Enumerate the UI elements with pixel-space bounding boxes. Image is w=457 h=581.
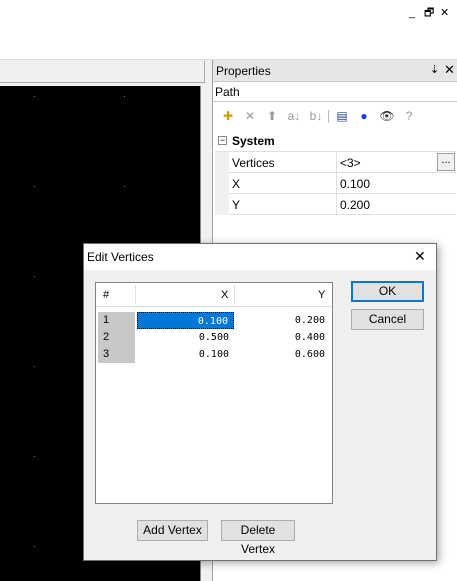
column-divider (336, 194, 337, 215)
property-value[interactable]: 0.200 (340, 198, 370, 212)
delete-vertex-button[interactable]: Delete Vertex (221, 520, 295, 556)
add-vertex-button[interactable]: Add Vertex (137, 520, 208, 541)
row-number: 2 (98, 329, 135, 346)
properties-title: Properties (216, 64, 271, 78)
properties-toolbar: ✚ ✕ ⬆ a↓ b↓ ▤ ● 👁 ? (213, 104, 457, 128)
sort-za-icon[interactable]: b↓ (308, 108, 324, 124)
cell-y[interactable]: 0.200 (236, 312, 328, 329)
column-header-num[interactable]: # (103, 289, 109, 301)
minimize-icon[interactable]: _ (409, 8, 415, 19)
column-divider (336, 173, 337, 194)
row-gutter (215, 173, 229, 194)
help-icon[interactable]: ? (401, 108, 417, 124)
row-gutter (215, 194, 229, 215)
divider (213, 101, 457, 102)
row-number: 1 (98, 312, 135, 329)
canvas-dot (124, 96, 125, 97)
property-value[interactable]: <3> (340, 156, 361, 170)
canvas-dot (34, 186, 35, 187)
dialog-title: Edit Vertices (87, 250, 154, 264)
move-up-icon[interactable]: ⬆ (264, 108, 280, 124)
column-divider (336, 152, 337, 173)
selected-object-name: Path (215, 85, 240, 99)
table-row[interactable]: 1 0.100 0.200 (96, 312, 332, 329)
sort-az-icon[interactable]: a↓ (286, 108, 302, 124)
property-row-x[interactable]: X 0.100 (215, 173, 456, 194)
view-icon[interactable]: 👁 (379, 108, 395, 124)
close-icon[interactable]: ✕ (440, 8, 449, 19)
cell-x-selected[interactable]: 0.100 (137, 312, 234, 329)
canvas-dot (34, 96, 35, 97)
row-number: 3 (98, 346, 135, 363)
column-divider (135, 285, 136, 304)
category-label: System (232, 134, 275, 148)
property-value[interactable]: 0.100 (340, 177, 370, 191)
cancel-button[interactable]: Cancel (351, 309, 424, 330)
row-gutter (215, 152, 229, 173)
new-item-icon[interactable]: ✚ (220, 108, 236, 124)
restore-icon[interactable]: 🗗 (424, 8, 434, 19)
list-header: # X Y (96, 283, 332, 307)
app-title-bar: _ 🗗 ✕ (0, 0, 457, 60)
categorized-icon[interactable]: ▤ (334, 108, 350, 124)
collapse-icon[interactable]: − (218, 136, 227, 145)
column-divider (234, 285, 235, 304)
pin-icon[interactable]: ⇣ (430, 63, 439, 76)
property-row-y[interactable]: Y 0.200 (215, 194, 456, 215)
cell-y[interactable]: 0.400 (236, 329, 328, 346)
property-name: Vertices (232, 156, 275, 170)
property-name: X (232, 177, 241, 191)
dialog-title-bar[interactable]: Edit Vertices ✕ (84, 244, 436, 270)
cell-x[interactable]: 0.500 (137, 329, 234, 346)
delete-icon[interactable]: ✕ (242, 108, 258, 124)
ok-button[interactable]: OK (351, 281, 424, 302)
close-icon[interactable]: ✕ (444, 62, 455, 78)
property-name: Y (232, 198, 241, 212)
cell-x[interactable]: 0.100 (137, 346, 234, 363)
property-grid: − System Vertices <3> ... X 0.100 Y 0.20… (215, 131, 456, 215)
toolbar-separator (328, 110, 329, 123)
canvas-dot (34, 456, 35, 457)
canvas-dot (124, 186, 125, 187)
column-header-x[interactable]: X (221, 289, 228, 301)
table-row[interactable]: 3 0.100 0.600 (96, 346, 332, 363)
cell-y[interactable]: 0.600 (236, 346, 328, 363)
canvas-dot (34, 276, 35, 277)
edit-vertices-dialog: Edit Vertices ✕ # X Y 1 0.100 0.200 2 0.… (83, 243, 437, 561)
edit-vertices-button[interactable]: ... (437, 153, 455, 171)
property-row-vertices[interactable]: Vertices <3> ... (215, 152, 456, 173)
table-row[interactable]: 2 0.500 0.400 (96, 329, 332, 346)
category-row-system[interactable]: − System (215, 131, 456, 152)
close-icon[interactable]: ✕ (414, 248, 426, 265)
vertex-list[interactable]: # X Y 1 0.100 0.200 2 0.500 0.400 3 0.10… (95, 282, 333, 504)
canvas-dot (34, 546, 35, 547)
canvas-dot (34, 366, 35, 367)
column-header-y[interactable]: Y (318, 289, 325, 301)
events-icon[interactable]: ● (356, 108, 372, 124)
canvas-header (0, 61, 205, 83)
properties-header: Properties ⇣ ✕ (213, 60, 457, 82)
